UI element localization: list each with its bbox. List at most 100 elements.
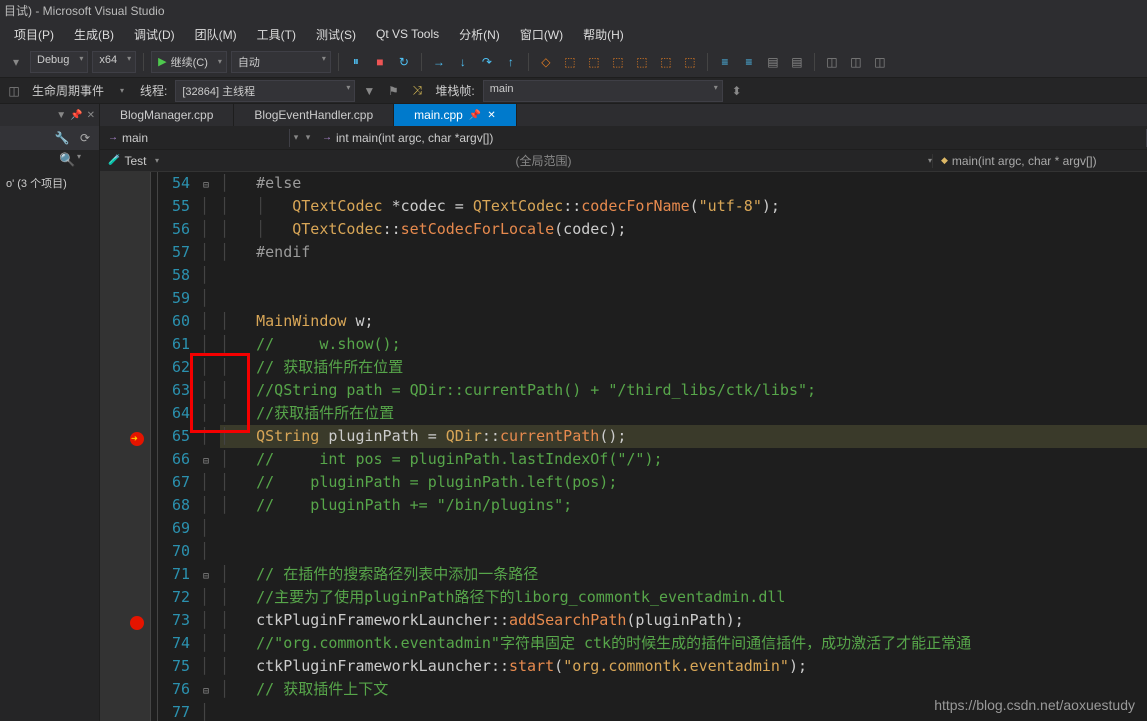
scope-combo-2[interactable]: → int main(int argc, char *argv[]) [314, 129, 1147, 147]
menu-debug[interactable]: 调试(D) [124, 23, 185, 46]
code-area[interactable]: 54 55 56 57 58 59 60 61 62 63 64 65 66 6… [100, 172, 1147, 721]
scope-mid[interactable]: (全局范围) [159, 152, 928, 169]
show-next-icon[interactable]: → [429, 52, 449, 72]
menu-build[interactable]: 生成(B) [64, 23, 124, 46]
breakpoint-gutter[interactable] [100, 172, 150, 721]
menu-test[interactable]: 测试(S) [306, 23, 366, 46]
scope-left-text: Test [124, 154, 146, 168]
stop-icon[interactable]: ■ [370, 52, 390, 72]
line-number: 65 [158, 425, 190, 448]
panel-header: ▼ 📌 ✕ [0, 104, 99, 126]
tool-icon[interactable]: ⬚ [656, 52, 676, 72]
watermark: https://blog.csdn.net/aoxuestudy [934, 697, 1135, 713]
comment-icon[interactable]: ▤ [763, 52, 783, 72]
expand-icon[interactable]: ⬍ [727, 81, 747, 101]
line-number: 75 [158, 655, 190, 678]
shuffle-icon[interactable]: ⤨ [407, 81, 427, 101]
restart-icon[interactable]: ↻ [394, 52, 414, 72]
stackframe-label: 堆栈帧: [431, 82, 478, 99]
dropdown-icon[interactable]: ▼ [56, 110, 66, 121]
fold-gutter[interactable]: ⊟ │ │ │ │ │ │ │ │ │ │ │ ⊟ │ │ │ │ ⊟ │ │ [200, 172, 216, 721]
wrench-icon[interactable]: 🔧 [52, 128, 72, 148]
stackframe-combo[interactable]: main [483, 80, 723, 102]
panel-search-row: 🔍 ▾ [0, 150, 99, 172]
menu-help[interactable]: 帮助(H) [573, 23, 634, 46]
dropdown-icon[interactable]: ▾ [290, 132, 302, 143]
tab-main[interactable]: main.cpp 📌 ✕ [394, 104, 517, 126]
outline-gutter [150, 172, 158, 721]
pin-icon[interactable]: 📌 [469, 110, 481, 121]
bookmark-icon[interactable]: ◫ [870, 52, 890, 72]
line-number: 72 [158, 586, 190, 609]
step-over-icon[interactable]: ↷ [477, 52, 497, 72]
thread-label: 线程: [136, 82, 171, 99]
tool-icon[interactable]: ⬚ [560, 52, 580, 72]
tool-icon[interactable]: ⬚ [632, 52, 652, 72]
menu-project[interactable]: 项目(P) [4, 23, 64, 46]
separator [143, 53, 144, 71]
filter-icon[interactable]: ▼ [359, 81, 379, 101]
menu-window[interactable]: 窗口(W) [510, 23, 573, 46]
line-number: 61 [158, 333, 190, 356]
indent-icon[interactable]: ≡ [739, 52, 759, 72]
platform-combo[interactable]: x64 [92, 51, 136, 73]
dropdown-icon[interactable]: ▾ [302, 132, 314, 143]
pin-icon[interactable]: 📌 [70, 110, 82, 121]
menu-bar: 项目(P) 生成(B) 调试(D) 团队(M) 工具(T) 测试(S) Qt V… [0, 22, 1147, 46]
breakpoint-current[interactable] [100, 425, 144, 448]
lifecycle-icon[interactable]: ◫ [4, 81, 24, 101]
separator [707, 53, 708, 71]
continue-label: 继续(C) [171, 54, 208, 70]
line-number: 69 [158, 517, 190, 540]
menu-team[interactable]: 团队(M) [185, 23, 247, 46]
tab-blogmanager[interactable]: BlogManager.cpp [100, 104, 234, 126]
step-into-icon[interactable]: ↓ [453, 52, 473, 72]
separator [421, 53, 422, 71]
sync-icon[interactable]: ⟳ [75, 128, 95, 148]
tab-blogeventhandler[interactable]: BlogEventHandler.cpp [234, 104, 394, 126]
menu-analyze[interactable]: 分析(N) [449, 23, 510, 46]
line-number: 57 [158, 241, 190, 264]
tab-bar: BlogManager.cpp BlogEventHandler.cpp mai… [100, 104, 1147, 126]
solution-item[interactable]: o' (3 个项目) [0, 172, 99, 194]
separator [814, 53, 815, 71]
function-icon: → [322, 132, 332, 143]
scope-combo-1[interactable]: → main [100, 129, 290, 147]
menu-tools[interactable]: 工具(T) [247, 23, 306, 46]
tool-icon[interactable]: ⬚ [680, 52, 700, 72]
scope-bar: 🧪 Test ▾ (全局范围) ▾ ◆ main(int argc, char … [100, 150, 1147, 172]
close-icon[interactable]: ✕ [487, 110, 495, 121]
line-number: 67 [158, 471, 190, 494]
flag-icon[interactable]: ⚑ [383, 81, 403, 101]
scope-left[interactable]: 🧪 Test [100, 154, 155, 168]
bookmark-icon[interactable]: ◫ [846, 52, 866, 72]
auto-combo[interactable]: 自动 [231, 51, 331, 73]
pause-icon[interactable]: ⏸ [346, 52, 366, 72]
breakpoint[interactable] [100, 609, 144, 632]
close-icon[interactable]: ✕ [87, 110, 95, 121]
continue-button[interactable]: ▶ 继续(C) [151, 51, 227, 73]
tab-label: main.cpp [414, 108, 463, 122]
dropdown-icon[interactable]: ▾ [77, 152, 95, 170]
line-number: 55 [158, 195, 190, 218]
bookmark-icon[interactable]: ◫ [822, 52, 842, 72]
search-icon[interactable]: 🔍 [59, 152, 77, 170]
tool-icon[interactable]: ◇ [536, 52, 556, 72]
solution-explorer-panel: ▼ 📌 ✕ 🔧 ⟳ 🔍 ▾ o' (3 个项目) [0, 104, 100, 721]
tool-icon[interactable]: ⬚ [584, 52, 604, 72]
thread-combo[interactable]: [32864] 主线程 [175, 80, 355, 102]
line-number: 63 [158, 379, 190, 402]
menu-qt[interactable]: Qt VS Tools [366, 24, 449, 44]
code-lines[interactable]: │ #else │ │ QTextCodec *codec = QTextCod… [220, 172, 1147, 721]
dropdown-icon[interactable]: ▾ [112, 81, 132, 101]
tool-icon[interactable]: ⬚ [608, 52, 628, 72]
uncomment-icon[interactable]: ▤ [787, 52, 807, 72]
config-combo[interactable]: Debug [30, 51, 88, 73]
line-number: 70 [158, 540, 190, 563]
indent-icon[interactable]: ≡ [715, 52, 735, 72]
scope-right[interactable]: ◆ main(int argc, char * argv[]) [932, 154, 1147, 168]
step-out-icon[interactable]: ↑ [501, 52, 521, 72]
line-number: 60 [158, 310, 190, 333]
dropdown-icon[interactable]: ▾ [6, 52, 26, 72]
flask-icon: 🧪 [108, 155, 120, 166]
